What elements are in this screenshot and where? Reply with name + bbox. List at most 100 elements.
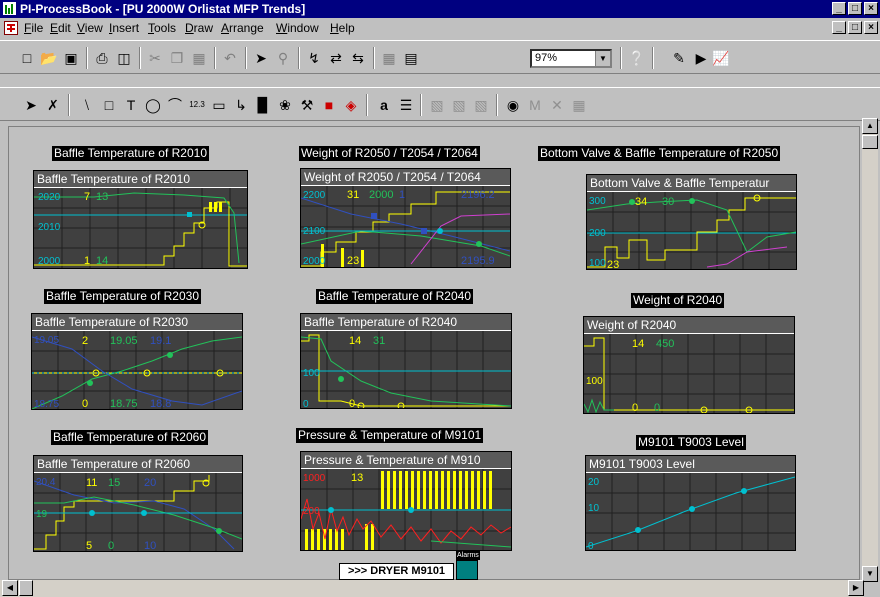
align-right-icon[interactable]: ⇆ [349, 49, 367, 67]
window-icon[interactable]: ▤ [402, 49, 420, 67]
bring-front-icon[interactable]: ▧ [428, 96, 446, 114]
chart-wizard-icon[interactable]: 📈 [712, 49, 730, 67]
menu-tools[interactable]: Tools [148, 21, 176, 35]
document-icon[interactable] [4, 21, 18, 35]
symbol-tool-icon[interactable]: ❀ [276, 96, 294, 114]
print-preview-icon[interactable]: ◫ [115, 49, 133, 67]
play-icon[interactable]: ▶ [692, 49, 710, 67]
multistate-icon[interactable]: ◈ [342, 96, 360, 114]
copy-icon[interactable]: ❐ [168, 49, 186, 67]
paste-icon[interactable]: ▦ [190, 49, 208, 67]
vertical-scrollbar[interactable]: ▲ ▼ [862, 118, 878, 582]
trend-r2060[interactable]: Baffle Temperature of R2060 20.4 19 11 1… [33, 455, 243, 552]
close-button[interactable]: × [864, 2, 878, 15]
menu-view[interactable]: View [77, 21, 103, 35]
trend-value: 34 [635, 196, 647, 208]
alarms-label: Alarms [456, 551, 480, 560]
menu-arrange[interactable]: Arrange [221, 21, 264, 35]
button-tool-icon[interactable]: ▭ [210, 96, 228, 114]
menu-help[interactable]: Help [330, 21, 355, 35]
line-weight-icon[interactable]: ☰ [397, 96, 415, 114]
tools-icon[interactable]: ⚒ [298, 96, 316, 114]
menu-insert[interactable]: Insert [109, 21, 139, 35]
select-arrow-icon[interactable]: ➤ [22, 96, 40, 114]
delete-icon[interactable]: ✕ [548, 96, 566, 114]
doc-minimize-button[interactable]: _ [832, 21, 846, 34]
menu-edit[interactable]: Edit [50, 21, 71, 35]
trend-r2050-weight[interactable]: Weight of R2050 / T2054 / T2064 2200 210… [300, 168, 511, 268]
save-icon[interactable]: ▣ [62, 49, 80, 67]
trend-m9101[interactable]: Pressure & Temperature of M910 1000 200 … [300, 451, 512, 551]
scroll-left-icon[interactable]: ◀ [2, 580, 18, 596]
trend-t9003[interactable]: M9101 T9003 Level 20 10 0 [585, 455, 796, 551]
title-bar: PI-ProcessBook - [PU 2000W Orlistat MFP … [0, 0, 880, 18]
trend-plot: 100 0 14 31 0 [301, 331, 511, 408]
svg-text:20.4: 20.4 [36, 477, 56, 488]
undo-icon[interactable]: ↶ [221, 49, 239, 67]
horizontal-scroll-thumb[interactable] [19, 580, 33, 596]
scroll-right-icon[interactable]: ▶ [848, 580, 864, 596]
trend-value: 18.8 [150, 398, 171, 410]
cut-icon[interactable]: ✂ [146, 49, 164, 67]
run-mode-icon[interactable]: ➤ [252, 49, 270, 67]
grid-icon[interactable]: ▦ [380, 49, 398, 67]
send-back-icon[interactable]: ▧ [450, 96, 468, 114]
line-tool-icon[interactable]: ⧵ [78, 96, 96, 114]
chevron-down-icon[interactable]: ▼ [595, 51, 610, 66]
vertical-scroll-thumb[interactable] [862, 135, 878, 149]
doc-restore-button[interactable]: □ [848, 21, 862, 34]
new-file-icon[interactable]: □ [18, 49, 36, 67]
group-icon[interactable]: ▧ [472, 96, 490, 114]
align-left-icon[interactable]: ⇄ [327, 49, 345, 67]
scroll-down-icon[interactable]: ▼ [862, 566, 878, 582]
horizontal-scrollbar[interactable]: ◀ ▶ [0, 580, 864, 597]
menu-draw[interactable]: Draw [185, 21, 213, 35]
rotate-icon[interactable]: M [526, 96, 544, 114]
text-tool-icon[interactable]: T [122, 96, 140, 114]
context-help-icon[interactable]: ❔ [628, 49, 646, 67]
caption-r2060: Baffle Temperature of R2060 [51, 430, 208, 445]
dryer-m9101-button[interactable]: >>> DRYER M9101 [339, 563, 454, 580]
font-icon[interactable]: a [375, 96, 393, 114]
print-icon[interactable]: ⎙ [93, 49, 111, 67]
trend-value: 0 [82, 398, 88, 410]
scroll-up-icon[interactable]: ▲ [862, 118, 878, 134]
svg-text:19: 19 [36, 509, 48, 520]
svg-text:2100: 2100 [303, 226, 326, 237]
find-icon[interactable]: ⚲ [274, 49, 292, 67]
trend-title: Baffle Temperature of R2030 [32, 314, 242, 331]
trend-r2040-weight[interactable]: Weight of R2040 100 14 450 0 0 [583, 316, 795, 414]
rectangle-tool-icon[interactable]: □ [100, 96, 118, 114]
svg-text:2000: 2000 [303, 256, 326, 267]
doc-close-button[interactable]: × [864, 21, 878, 34]
trend-value: 5 [86, 540, 92, 552]
trend-r2030[interactable]: Baffle Temperature of R2030 19.05 18.75 … [31, 313, 243, 410]
maximize-button[interactable]: □ [848, 2, 862, 15]
trend-r2050-valve[interactable]: Bottom Valve & Baffle Temperatur 300 200… [586, 174, 797, 270]
trend-r2010[interactable]: Baffle Temperature of R2010 2020 2010 20… [33, 170, 248, 269]
trend-value: 7 [84, 191, 90, 203]
value-tool-icon[interactable]: 12.3 [188, 96, 206, 114]
trend-tool-icon[interactable]: ▉ [254, 96, 272, 114]
edit-points-icon[interactable]: ✗ [44, 96, 62, 114]
menu-file[interactable]: File [24, 21, 43, 35]
processbook-app-icon[interactable] [3, 2, 16, 15]
color-palette-icon[interactable]: ◉ [504, 96, 522, 114]
trend-value: 14 [349, 335, 361, 347]
svg-text:18.75: 18.75 [34, 399, 59, 410]
arc-tool-icon[interactable]: ⌒ [166, 96, 184, 114]
bar-tool-icon[interactable]: ↳ [232, 96, 250, 114]
xy-plot-icon[interactable]: ■ [320, 96, 338, 114]
open-folder-icon[interactable]: 📂 [40, 49, 58, 67]
window-title: PI-ProcessBook - [PU 2000W Orlistat MFP … [20, 2, 306, 16]
trend-r2040[interactable]: Baffle Temperature of R2040 100 0 14 31 … [300, 313, 512, 409]
properties-icon[interactable]: ▦ [570, 96, 588, 114]
minimize-button[interactable]: _ [832, 2, 846, 15]
zoom-select[interactable]: 97% ▼ [530, 49, 612, 68]
trend-plot: 1000 200 13 [301, 469, 511, 550]
tag-search-icon[interactable]: ↯ [305, 49, 323, 67]
menu-window[interactable]: Window [276, 21, 319, 35]
alarms-button[interactable] [456, 560, 478, 580]
pen-icon[interactable]: ✎ [670, 49, 688, 67]
ellipse-tool-icon[interactable]: ◯ [144, 96, 162, 114]
